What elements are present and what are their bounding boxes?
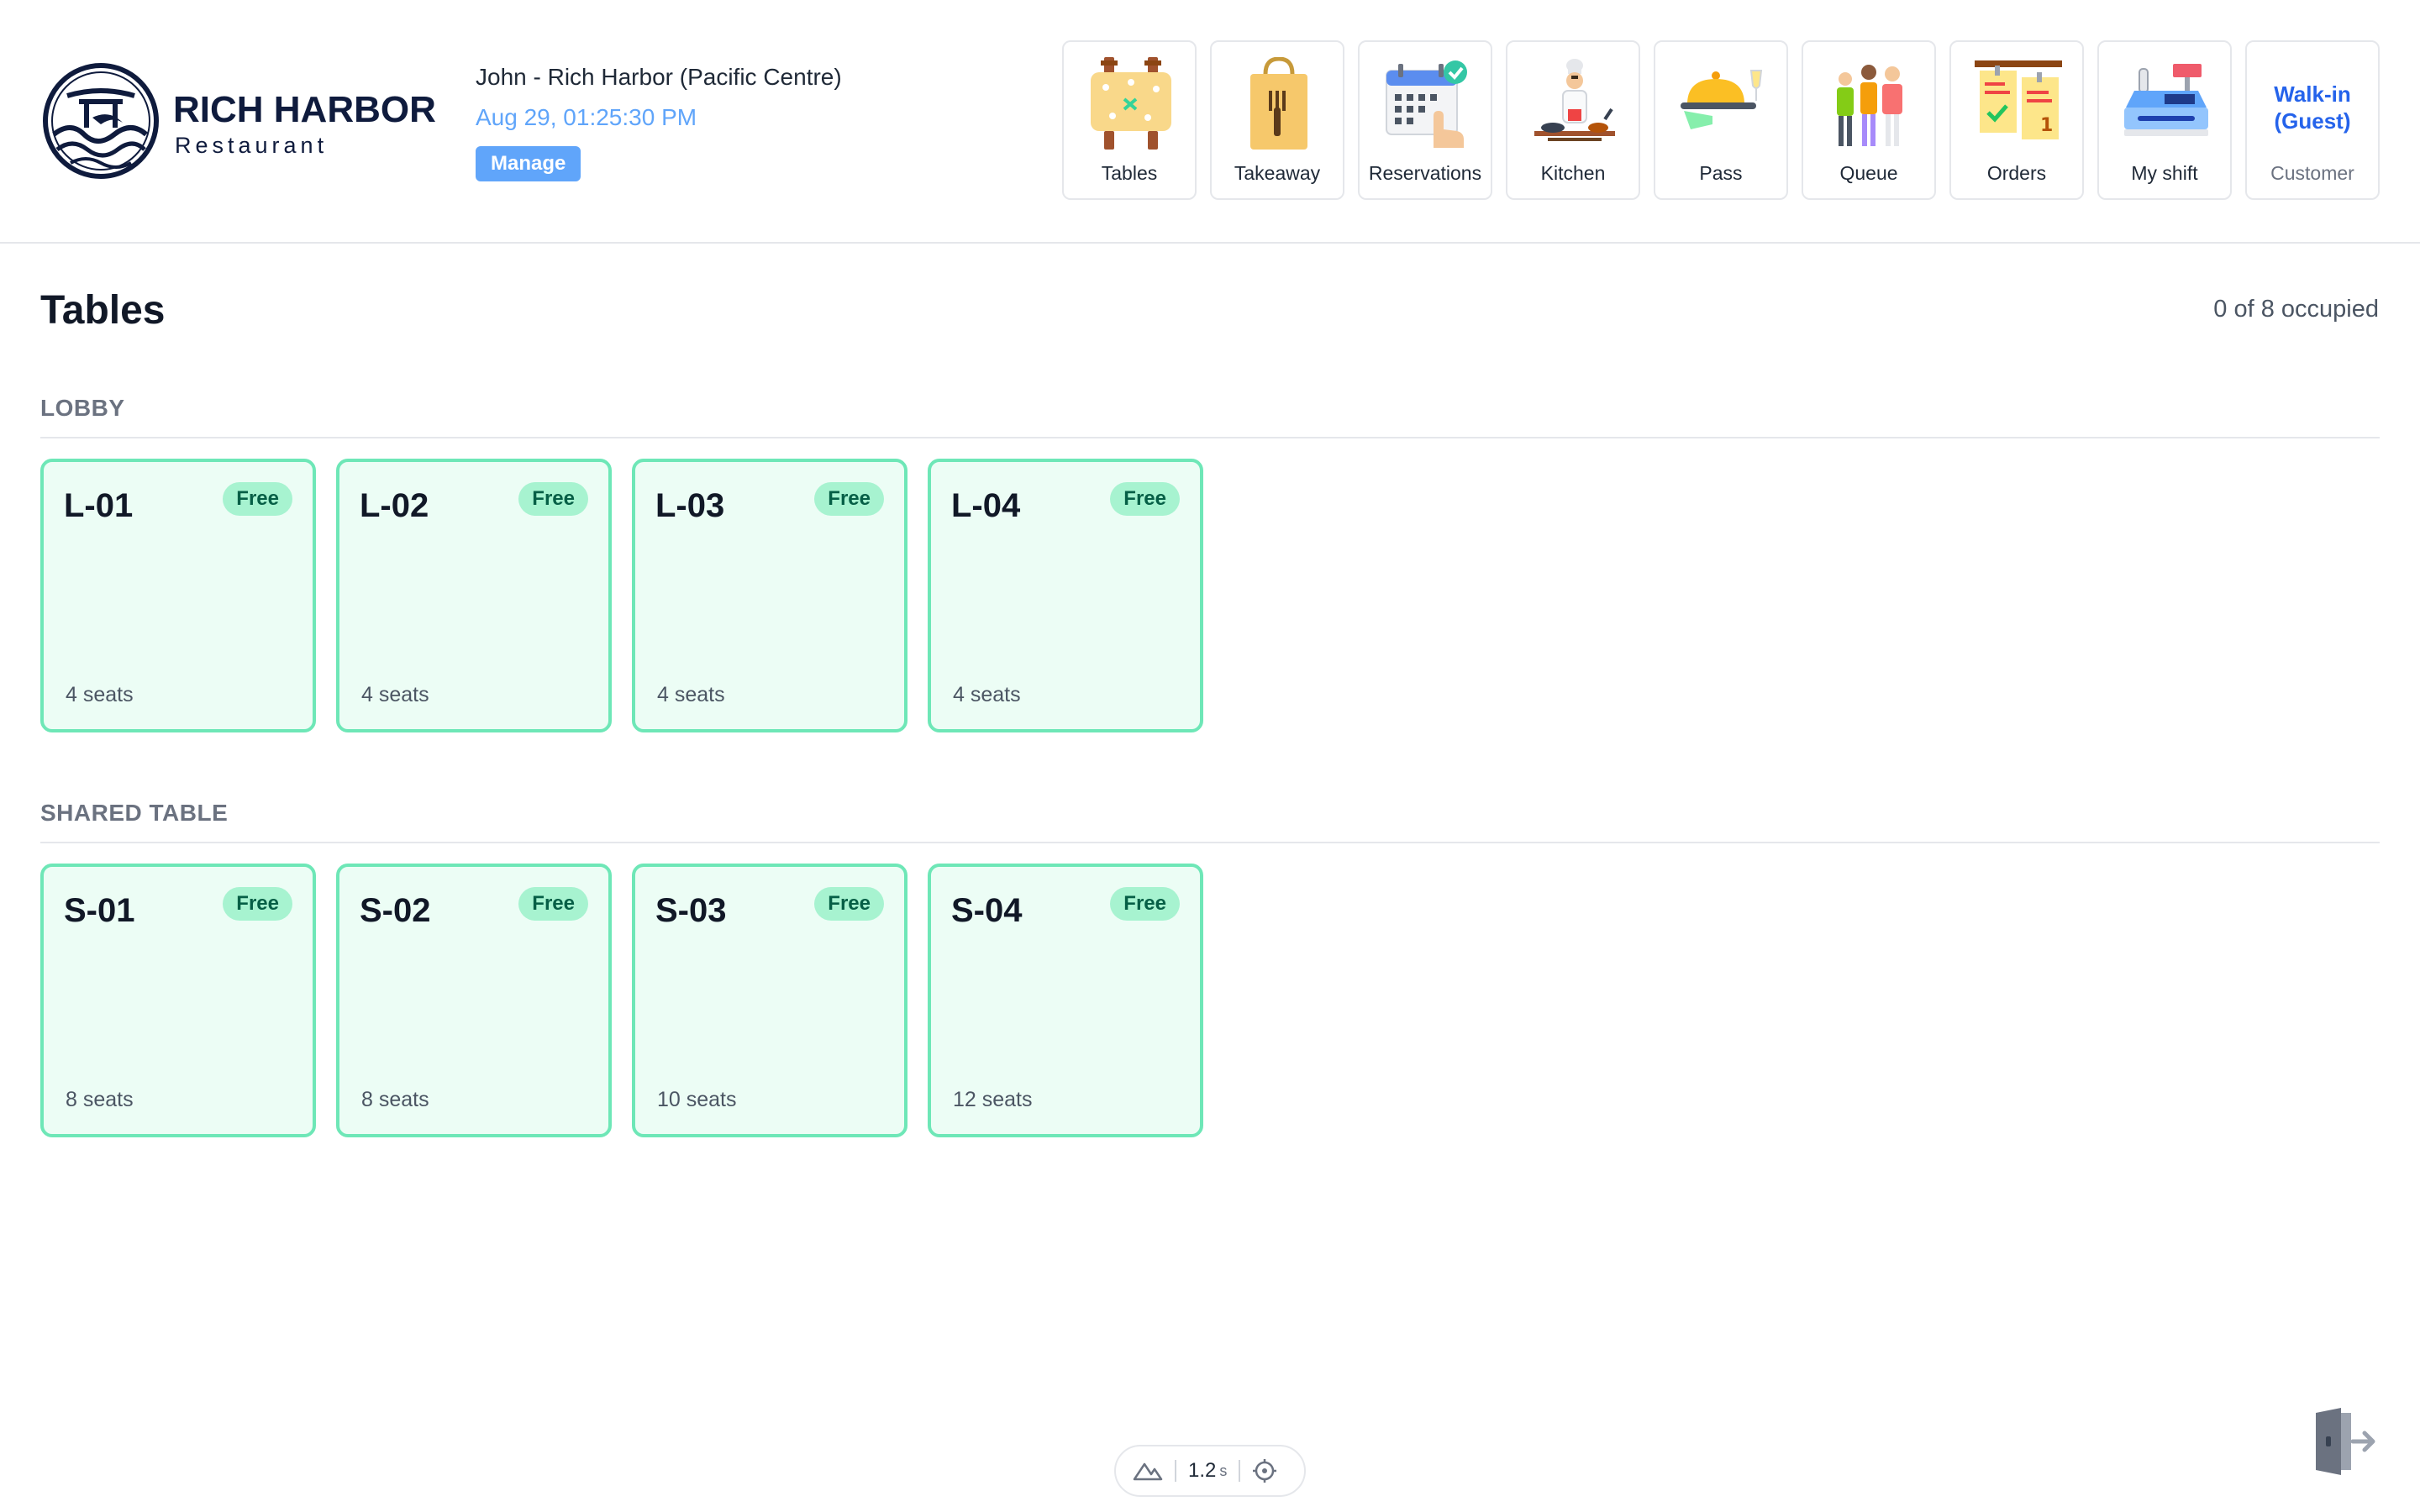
table-name: S-04 <box>951 892 1023 929</box>
user-location: John - Rich Harbor (Pacific Centre) <box>476 64 842 90</box>
section-divider <box>40 842 2380 843</box>
table-card-l-02[interactable]: L-02 Free 4 seats <box>336 459 612 732</box>
section-divider <box>40 437 2380 438</box>
svg-text:1: 1 <box>2040 115 2053 136</box>
seat-count: 8 seats <box>361 1088 429 1111</box>
table-card-l-04[interactable]: L-04 Free 4 seats <box>928 459 1203 732</box>
table-name: S-03 <box>655 892 727 929</box>
page-title: Tables <box>40 288 166 333</box>
seat-count: 4 seats <box>66 683 134 706</box>
status-badge: Free <box>223 482 292 516</box>
table-card-s-01[interactable]: S-01 Free 8 seats <box>40 864 316 1137</box>
seat-count: 12 seats <box>953 1088 1033 1111</box>
nav-customer-label: Customer <box>2270 162 2354 184</box>
nav-reservations-button[interactable]: Reservations <box>1358 40 1492 200</box>
table-name: L-02 <box>360 487 429 524</box>
session-info: John - Rich Harbor (Pacific Centre) Aug … <box>476 62 842 181</box>
table-name: S-02 <box>360 892 431 929</box>
crosshair-icon[interactable] <box>1252 1458 1277 1483</box>
mountain-logo-icon <box>1133 1462 1163 1481</box>
render-time-value: 1.2 <box>1188 1459 1217 1482</box>
nav-takeaway-button[interactable]: Takeaway <box>1210 40 1344 200</box>
nav-orders-button[interactable]: 1 Orders <box>1949 40 2084 200</box>
nav-pass-label: Pass <box>1699 162 1743 184</box>
toolbar-separator <box>1175 1460 1176 1482</box>
seat-count: 10 seats <box>657 1088 737 1111</box>
tables-icon <box>1091 57 1171 150</box>
customer-name: Walk-in (Guest) <box>2274 81 2351 134</box>
calendar-check-icon <box>1386 60 1467 148</box>
section-title: SHARED TABLE <box>40 800 229 826</box>
chef-icon <box>1534 59 1615 141</box>
table-grid: L-01 Free 4 seats L-02 Free 4 seats L-03… <box>40 459 2380 732</box>
seat-count: 8 seats <box>66 1088 134 1111</box>
nav-reservations-label: Reservations <box>1368 162 1482 184</box>
nav-orders-label: Orders <box>1986 162 2047 184</box>
seat-count: 4 seats <box>657 683 725 706</box>
brand-name: RICH HARBOR <box>173 89 436 130</box>
section-shared-table: SHARED TABLE S-01 Free 8 seats S-02 Free… <box>40 800 2380 1137</box>
serving-cloche-icon <box>1681 70 1763 129</box>
table-card-l-01[interactable]: L-01 Free 4 seats <box>40 459 316 732</box>
status-badge: Free <box>518 482 588 516</box>
status-badge: Free <box>814 482 884 516</box>
module-nav: Tables Takeaway Reservations Kitchen Pas… <box>1062 40 2380 200</box>
table-grid: S-01 Free 8 seats S-02 Free 8 seats S-03… <box>40 864 2380 1137</box>
seat-count: 4 seats <box>953 683 1021 706</box>
app-header: RICH HARBOR Restaurant John - Rich Harbo… <box>0 0 2420 244</box>
status-badge: Free <box>223 887 292 921</box>
occupancy-count: 0 of 8 occupied <box>2213 296 2379 323</box>
table-name: L-04 <box>951 487 1021 524</box>
table-name: L-01 <box>64 487 134 524</box>
nav-takeaway-label: Takeaway <box>1234 162 1321 184</box>
logout-icon[interactable] <box>2309 1408 2376 1475</box>
nav-queue-label: Queue <box>1839 162 1898 184</box>
dev-toolbar[interactable]: 1.2 s <box>1114 1445 1306 1497</box>
table-card-s-03[interactable]: S-03 Free 10 seats <box>632 864 908 1137</box>
brand: RICH HARBOR Restaurant <box>173 89 436 160</box>
takeaway-bag-icon <box>1250 57 1307 150</box>
nav-tables-label: Tables <box>1101 162 1158 184</box>
cash-register-icon <box>2124 64 2208 136</box>
status-badge: Free <box>1110 887 1180 921</box>
section-title: LOBBY <box>40 395 125 421</box>
section-lobby: LOBBY L-01 Free 4 seats L-02 Free 4 seat… <box>40 395 2380 732</box>
nav-tables-button[interactable]: Tables <box>1062 40 1197 200</box>
current-datetime: Aug 29, 01:25:30 PM <box>476 104 697 130</box>
nav-kitchen-button[interactable]: Kitchen <box>1506 40 1640 200</box>
manage-button[interactable]: Manage <box>476 146 581 181</box>
queue-people-icon <box>1837 65 1902 146</box>
status-badge: Free <box>518 887 588 921</box>
toolbar-separator <box>1239 1460 1241 1482</box>
nav-my-shift-label: My shift <box>2131 162 2198 184</box>
table-name: S-01 <box>64 892 135 929</box>
table-card-s-04[interactable]: S-04 Free 12 seats <box>928 864 1203 1137</box>
table-name: L-03 <box>655 487 725 524</box>
render-time-unit: s <box>1219 1462 1228 1479</box>
status-badge: Free <box>814 887 884 921</box>
nav-queue-button[interactable]: Queue <box>1802 40 1936 200</box>
nav-my-shift-button[interactable]: My shift <box>2097 40 2232 200</box>
nav-customer-button[interactable]: Walk-in (Guest) Customer <box>2245 40 2380 200</box>
rich-harbor-logo-icon <box>43 63 159 179</box>
status-badge: Free <box>1110 482 1180 516</box>
nav-pass-button[interactable]: Pass <box>1654 40 1788 200</box>
table-card-s-02[interactable]: S-02 Free 8 seats <box>336 864 612 1137</box>
nav-kitchen-label: Kitchen <box>1540 162 1606 184</box>
table-card-l-03[interactable]: L-03 Free 4 seats <box>632 459 908 732</box>
orders-tickets-icon: 1 <box>1975 60 2062 139</box>
seat-count: 4 seats <box>361 683 429 706</box>
brand-subtitle: Restaurant <box>175 133 329 158</box>
